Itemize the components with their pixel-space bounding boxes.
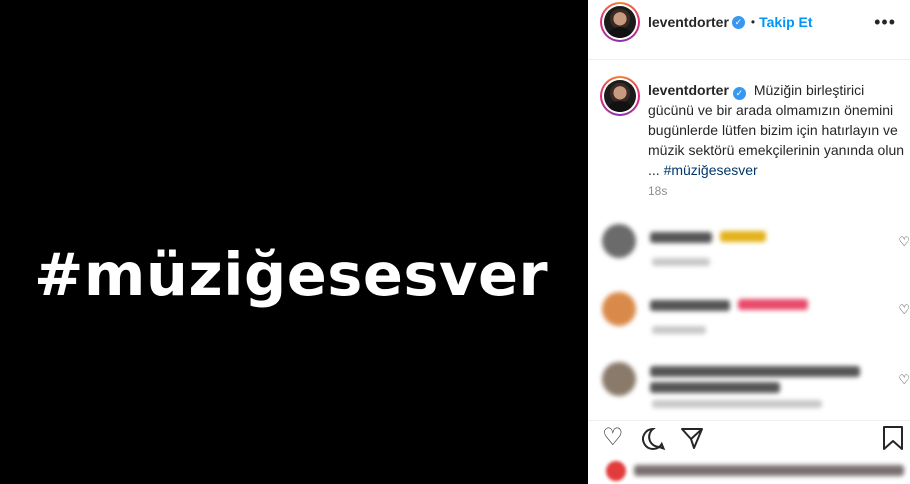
caption-avatar[interactable]	[600, 76, 640, 116]
likes-avatar	[606, 461, 626, 481]
bookmark-icon[interactable]	[882, 425, 904, 456]
comment-meta-blurred	[652, 258, 710, 266]
comment-item: ♡	[588, 290, 910, 350]
likes-text-blurred	[634, 465, 904, 476]
comment-meta-blurred	[652, 326, 706, 334]
comment-text-blurred	[650, 366, 860, 377]
header-separator: •	[750, 15, 756, 29]
comment-avatar[interactable]	[602, 362, 636, 396]
verified-badge-icon: ✓	[732, 87, 746, 100]
post-side-panel: leventdorter ✓ • Takip Et ••• leventdort…	[588, 0, 910, 484]
comment-like-heart-icon[interactable]: ♡	[898, 234, 910, 250]
header-user: leventdorter ✓ • Takip Et	[648, 14, 813, 30]
comment-icon[interactable]	[640, 426, 666, 457]
header-username[interactable]: leventdorter	[648, 14, 729, 30]
post-header: leventdorter ✓ • Takip Et •••	[588, 0, 910, 60]
comments-list[interactable]: ♡ ♡ ♡	[588, 210, 910, 410]
author-avatar[interactable]	[600, 2, 640, 42]
caption-text: leventdorter ✓ Müziğin birleştirici gücün…	[648, 80, 910, 180]
comment-avatar[interactable]	[602, 292, 636, 326]
comment-item: ♡	[588, 360, 910, 420]
comment-like-heart-icon[interactable]: ♡	[898, 372, 910, 388]
share-icon[interactable]	[680, 426, 704, 455]
more-options-icon[interactable]: •••	[874, 12, 896, 33]
post-timestamp[interactable]: 18s	[648, 184, 667, 198]
comment-meta-blurred	[652, 400, 822, 408]
like-heart-icon[interactable]: ♡	[602, 426, 624, 450]
comment-like-heart-icon[interactable]: ♡	[898, 302, 910, 318]
comment-avatar[interactable]	[602, 224, 636, 258]
media-hashtag-text: #müziğesesver	[34, 240, 549, 309]
verified-badge-icon: ✓	[731, 15, 745, 29]
comment-text-blurred	[650, 232, 712, 243]
comment-emoji-blurred	[738, 299, 808, 310]
caption-hashtag-link[interactable]: #müziğesesver	[664, 162, 758, 178]
comment-emoji-blurred	[720, 231, 766, 242]
comment-item: ♡	[588, 222, 910, 282]
comment-text-blurred	[650, 382, 780, 393]
comment-text-blurred	[650, 300, 730, 311]
post-media[interactable]: #müziğesesver	[0, 0, 588, 484]
caption-username[interactable]: leventdorter	[648, 82, 729, 98]
likes-summary[interactable]	[588, 456, 910, 484]
follow-button[interactable]: Takip Et	[759, 14, 812, 30]
post-actions-bar: ♡	[588, 420, 910, 456]
